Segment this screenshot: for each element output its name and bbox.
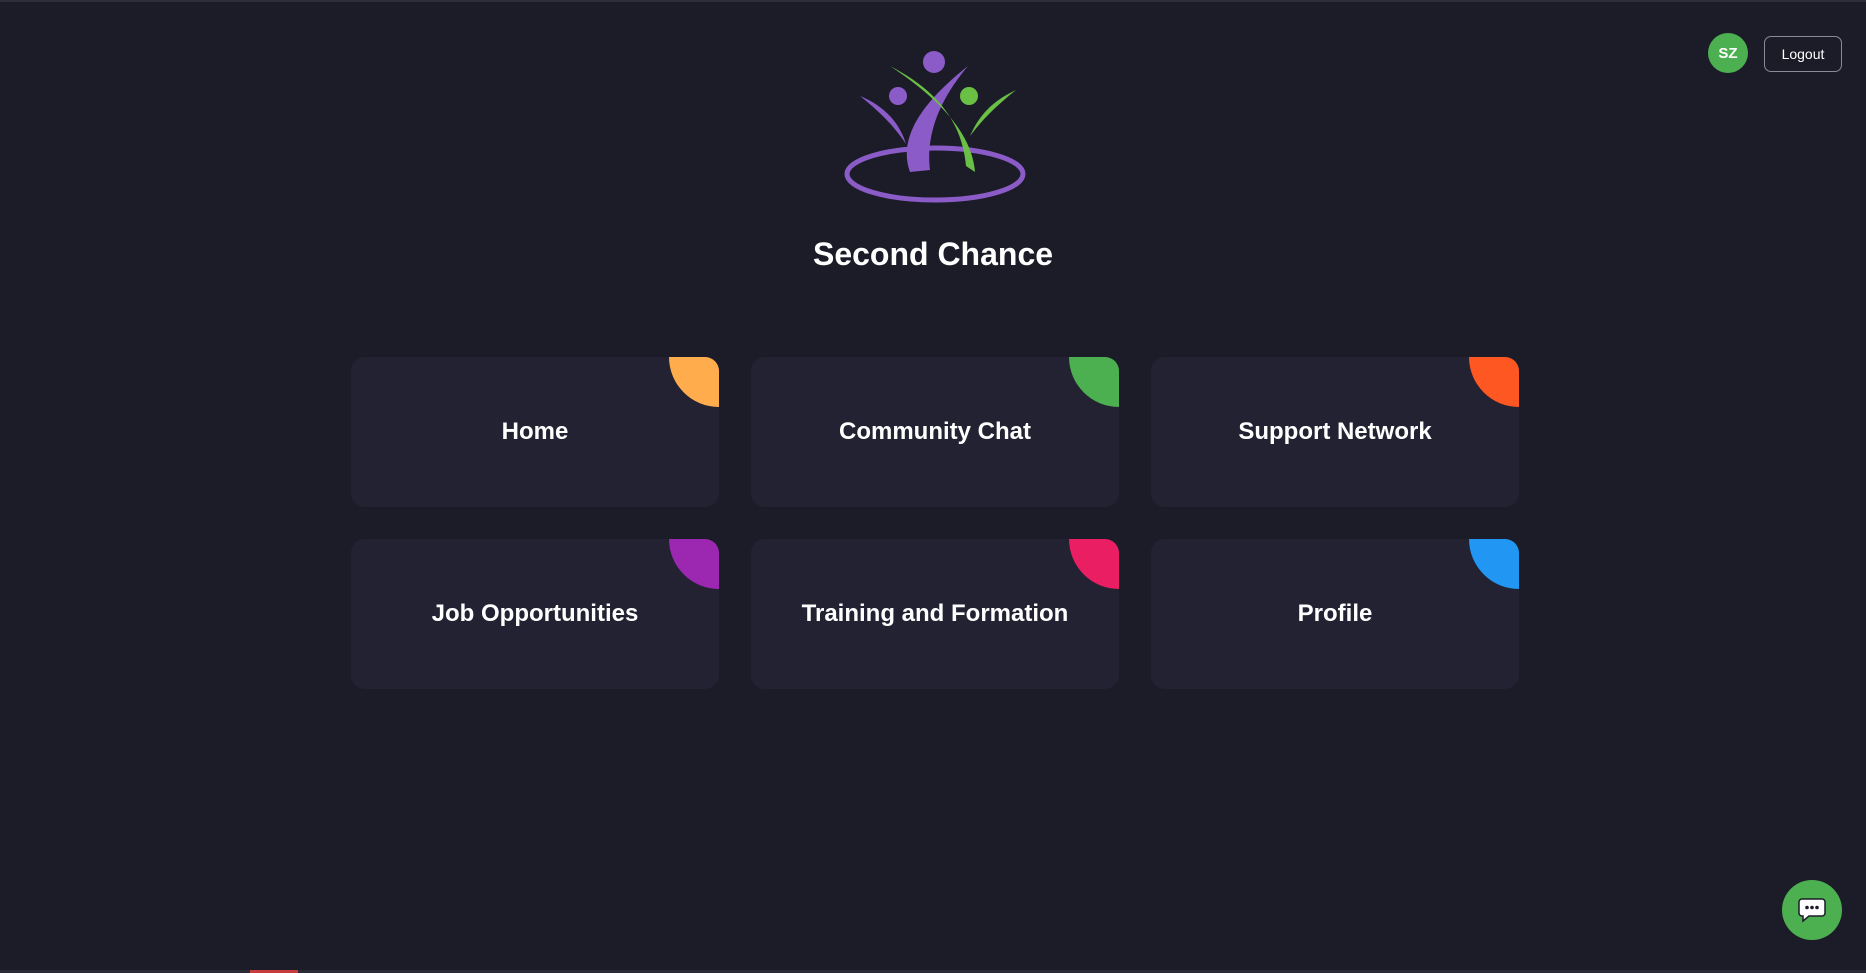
card-support-network[interactable]: Support Network bbox=[1151, 357, 1519, 507]
card-accent-corner bbox=[1469, 539, 1519, 589]
chat-bubble-icon bbox=[1798, 898, 1826, 923]
card-label: Job Opportunities bbox=[431, 600, 639, 627]
card-accent-corner bbox=[669, 539, 719, 589]
app-title: Second Chance bbox=[812, 236, 1054, 272]
card-label: Training and Formation bbox=[801, 600, 1069, 627]
user-avatar[interactable]: SZ bbox=[1708, 33, 1748, 73]
card-accent-corner bbox=[1069, 539, 1119, 589]
card-label: Support Network bbox=[1238, 418, 1432, 445]
card-accent-corner bbox=[1469, 357, 1519, 407]
people-logo-icon bbox=[844, 51, 1026, 203]
card-label: Home bbox=[501, 418, 569, 445]
top-border bbox=[0, 0, 1866, 2]
card-community-chat[interactable]: Community Chat bbox=[751, 357, 1119, 507]
card-home[interactable]: Home bbox=[351, 357, 719, 507]
card-accent-corner bbox=[1069, 357, 1119, 407]
card-label: Profile bbox=[1297, 600, 1373, 627]
card-label: Community Chat bbox=[839, 418, 1031, 445]
chat-button[interactable] bbox=[1782, 880, 1842, 940]
card-profile[interactable]: Profile bbox=[1151, 539, 1519, 689]
card-job-opportunities[interactable]: Job Opportunities bbox=[351, 539, 719, 689]
card-training-and-formation[interactable]: Training and Formation bbox=[751, 539, 1119, 689]
navigation-grid: Home Community Chat Support Network Job … bbox=[351, 357, 1519, 689]
card-accent-corner bbox=[669, 357, 719, 407]
logout-button[interactable]: Logout bbox=[1764, 36, 1842, 72]
